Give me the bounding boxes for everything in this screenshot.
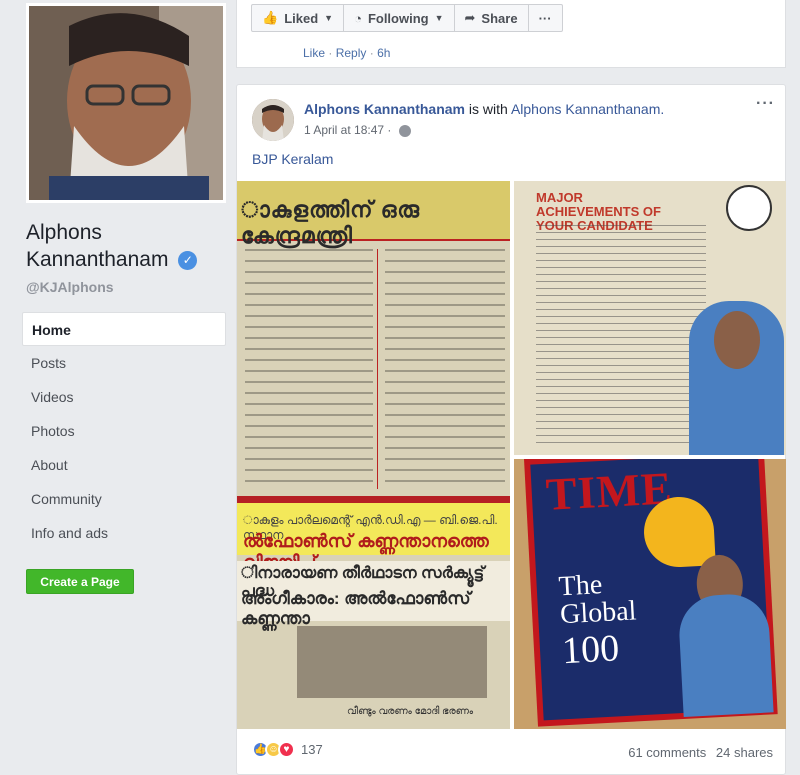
- newspaper-text-column: [385, 249, 505, 489]
- sidebar-item-posts[interactable]: Posts: [22, 346, 226, 380]
- left-column: Alphons Kannanthanam ✓ @KJAlphons Home P…: [0, 0, 236, 775]
- comment-actions: Like · Reply · 6h: [303, 46, 391, 60]
- time-cover-line3: 100: [561, 627, 621, 673]
- previous-post-footer: 👍 Liked ▼ ◔ Following ▼ ➦ Share ··· Like…: [236, 0, 786, 68]
- sidebar-nav: Home Posts Videos Photos About Community…: [22, 312, 226, 550]
- verified-badge-icon: ✓: [178, 250, 198, 270]
- liked-button[interactable]: 👍 Liked ▼: [252, 5, 345, 31]
- author-name-link[interactable]: Alphons Kannanthanam: [304, 101, 465, 117]
- share-arrow-icon: ➦: [464, 10, 476, 25]
- author-avatar[interactable]: [252, 99, 294, 141]
- rss-icon: ◔: [354, 10, 362, 26]
- post-card: Alphons Kannanthanam is with Alphons Kan…: [236, 84, 786, 775]
- page-action-bar: 👍 Liked ▼ ◔ Following ▼ ➦ Share ···: [251, 4, 563, 32]
- newspaper-caption: വീണ്ടും വരണം മോദി ഭരണം: [347, 706, 474, 717]
- newspaper-photo: [297, 626, 487, 698]
- sidebar-item-videos[interactable]: Videos: [22, 380, 226, 414]
- newspaper-subheadline: ിനാരായണ തീർഥാടന സർക്യൂട്ട് പദ്ധ അംഗീകാരം…: [237, 561, 510, 628]
- following-label: Following: [367, 10, 429, 26]
- globe-icon: [398, 124, 411, 137]
- post-timestamp[interactable]: 1 April at 18:47 ·: [304, 123, 411, 137]
- shares-count-link[interactable]: 24 shares: [716, 745, 773, 760]
- tagged-person-link[interactable]: Alphons Kannanthanam.: [511, 101, 664, 117]
- poster-person-face: [714, 311, 760, 369]
- time-cover: TIME The Global 100: [524, 459, 778, 727]
- newspaper-text-column: [245, 249, 373, 489]
- sidebar-item-about[interactable]: About: [22, 448, 226, 482]
- subheadline-line2: അംഗീകാരം: അൽഫോൺസ് കണ്ണന്താ: [241, 589, 471, 628]
- comment-reply-link[interactable]: Reply: [336, 46, 367, 60]
- create-page-button[interactable]: Create a Page: [26, 569, 134, 594]
- time-magazine-image[interactable]: TIME The Global 100: [514, 459, 786, 729]
- more-options-button[interactable]: ···: [529, 5, 562, 31]
- engagement-stats: 61 comments 24 shares: [622, 745, 773, 760]
- newspaper-header: ാകുളത്തിന് ഒരു കേന്ദ്രമന്ത്രി: [237, 181, 510, 248]
- avatar-image: [252, 99, 294, 141]
- reactions-summary[interactable]: 👍 ☺ ♥ 137: [252, 741, 323, 758]
- chevron-down-icon: ▼: [324, 13, 334, 23]
- thumbs-up-icon: 👍: [262, 10, 279, 25]
- seal-logo: [726, 185, 772, 231]
- timestamp-text: 1 April at 18:47 ·: [304, 123, 392, 137]
- cover-person-shirt: [677, 592, 774, 717]
- share-button[interactable]: ➦ Share: [455, 5, 529, 31]
- share-label: Share: [481, 10, 518, 26]
- achievements-poster-image[interactable]: MAJOR ACHIEVEMENTS OF YOUR CANDIDATE: [514, 181, 786, 455]
- comments-count-link[interactable]: 61 comments: [628, 745, 706, 760]
- sidebar-item-home[interactable]: Home: [22, 312, 226, 346]
- reaction-count: 137: [301, 742, 323, 757]
- page-handle: @KJAlphons: [26, 279, 114, 295]
- chevron-down-icon: ▼: [434, 13, 444, 23]
- newspaper-clipping-image[interactable]: ാകുളത്തിന് ഒരു കേന്ദ്രമന്ത്രി ാകുളം പാർല…: [237, 181, 510, 729]
- page-name-text: Alphons Kannanthanam: [26, 221, 169, 271]
- profile-photo-image: [29, 6, 223, 200]
- newspaper-headline: ാകുളത്തിന് ഒരു കേന്ദ്രമന്ത്രി: [241, 197, 421, 248]
- post-header: Alphons Kannanthanam is with Alphons Kan…: [304, 101, 664, 117]
- newspaper-banner: ാകുളം പാർലമെന്റ് എൻ.ഡി.എ — ബി.ജെ.പി. സ്ഥ…: [237, 503, 510, 572]
- liked-label: Liked: [284, 10, 319, 26]
- profile-picture[interactable]: [26, 3, 226, 203]
- with-text: is with: [468, 101, 508, 117]
- column-divider: [377, 249, 378, 489]
- following-button[interactable]: ◔ Following ▼: [344, 5, 455, 31]
- time-cover-line2: Global: [559, 595, 638, 631]
- page-name[interactable]: Alphons Kannanthanam ✓: [26, 219, 226, 273]
- comment-timestamp[interactable]: 6h: [377, 46, 390, 60]
- sidebar-item-community[interactable]: Community: [22, 482, 226, 516]
- sidebar-item-photos[interactable]: Photos: [22, 414, 226, 448]
- flame-illustration: [642, 495, 716, 569]
- achievements-text-lines: [536, 225, 706, 445]
- love-reaction-icon: ♥: [278, 741, 295, 758]
- comment-like-link[interactable]: Like: [303, 46, 325, 60]
- post-text-link[interactable]: BJP Keralam: [252, 151, 333, 167]
- post-options-button[interactable]: ···: [756, 95, 775, 113]
- sidebar-item-info-and-ads[interactable]: Info and ads: [22, 516, 226, 550]
- time-cover-inner: TIME The Global 100: [530, 459, 774, 721]
